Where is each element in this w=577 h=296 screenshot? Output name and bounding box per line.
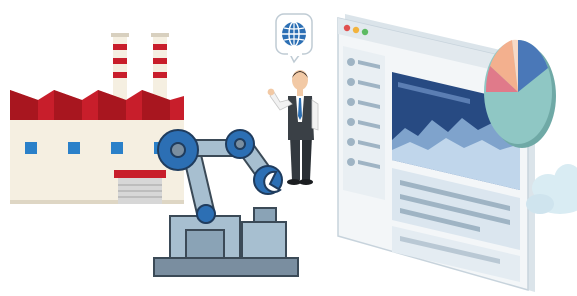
globe-icon (282, 21, 306, 47)
factory-window (68, 142, 80, 154)
factory-door (114, 170, 166, 204)
illustration-canvas (0, 0, 577, 296)
factory-window (25, 142, 37, 154)
factory-icon (10, 33, 184, 204)
speech-bubble (275, 13, 313, 64)
factory-window (111, 142, 123, 154)
sidebar-list (343, 46, 385, 200)
